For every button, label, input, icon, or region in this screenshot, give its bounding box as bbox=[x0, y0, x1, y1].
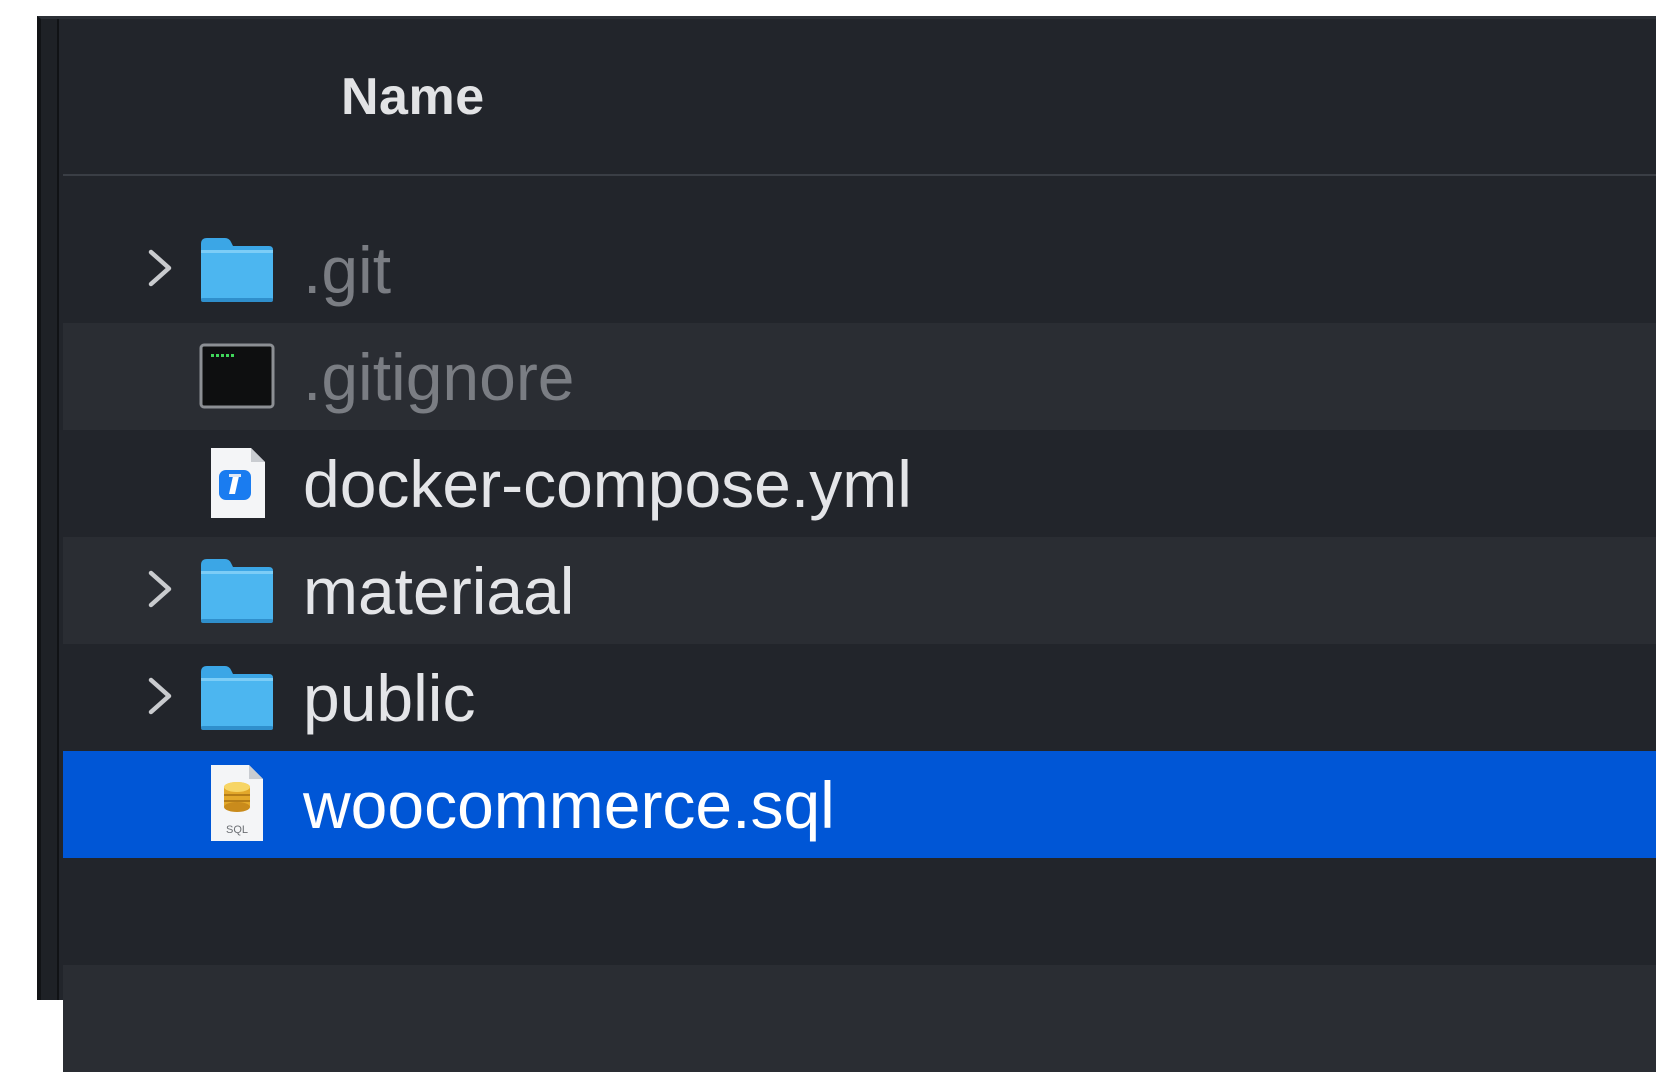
chevron-right-icon[interactable] bbox=[145, 674, 175, 718]
file-name: materiaal bbox=[303, 554, 575, 628]
finder-list-view: Name .git .gitignore docker-compose.yml … bbox=[37, 16, 1656, 1072]
sql-badge-text: SQL bbox=[226, 824, 248, 836]
file-name: woocommerce.sql bbox=[303, 768, 835, 842]
empty-row bbox=[63, 858, 1656, 965]
file-name: .git bbox=[303, 233, 392, 307]
file-row-materiaal[interactable]: materiaal bbox=[63, 537, 1656, 644]
sql-document-icon: SQL bbox=[211, 765, 263, 841]
file-row-woocommerce-sql[interactable]: SQL woocommerce.sql bbox=[63, 751, 1656, 858]
file-row-gitignore[interactable]: .gitignore bbox=[63, 323, 1656, 430]
chevron-right-icon[interactable] bbox=[145, 246, 175, 290]
list-top-spacer bbox=[63, 176, 1656, 216]
xcode-document-icon bbox=[211, 448, 265, 518]
file-list: .git .gitignore docker-compose.yml mater… bbox=[63, 176, 1656, 1072]
file-row-git[interactable]: .git bbox=[63, 216, 1656, 323]
chevron-right-icon[interactable] bbox=[145, 567, 175, 611]
file-name: public bbox=[303, 661, 476, 735]
folder-icon bbox=[201, 666, 273, 730]
file-row-public[interactable]: public bbox=[63, 644, 1656, 751]
column-header: Name bbox=[63, 19, 1656, 176]
file-name: docker-compose.yml bbox=[303, 447, 912, 521]
sidebar-edge bbox=[41, 19, 59, 1000]
empty-row bbox=[63, 965, 1656, 1072]
file-row-docker-compose[interactable]: docker-compose.yml bbox=[63, 430, 1656, 537]
name-column-header[interactable]: Name bbox=[341, 67, 485, 127]
folder-icon bbox=[201, 559, 273, 623]
file-name: .gitignore bbox=[303, 340, 575, 414]
terminal-document-icon bbox=[199, 343, 275, 409]
folder-icon bbox=[201, 238, 273, 302]
